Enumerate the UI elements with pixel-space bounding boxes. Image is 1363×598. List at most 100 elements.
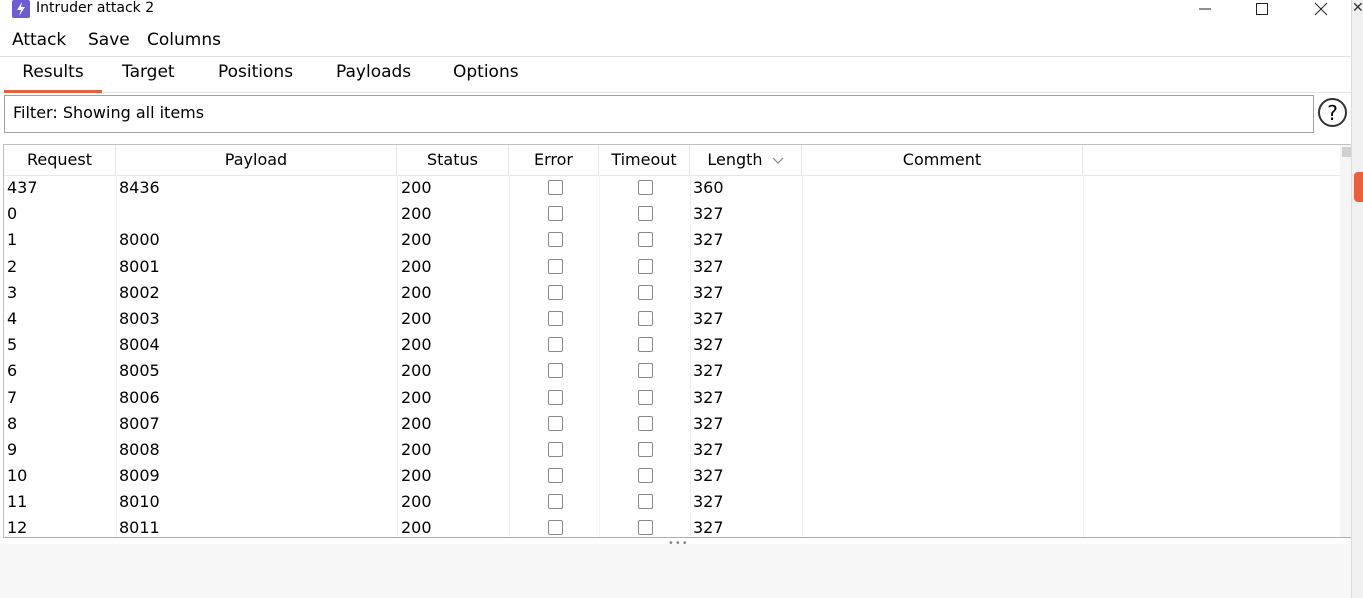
tab-payloads[interactable]: Payloads: [336, 62, 411, 90]
payload-cell: 8003: [119, 308, 160, 328]
payload-cell: 8001: [119, 256, 160, 276]
accent-marker: [1354, 172, 1363, 202]
payload-cell: 8010: [119, 492, 160, 512]
request-cell: 3: [7, 282, 18, 302]
error-checkbox: [548, 363, 563, 379]
timeout-checkbox: [638, 415, 653, 431]
column-header-status[interactable]: Status: [397, 145, 509, 175]
length-cell: 327: [693, 492, 724, 512]
length-cell: 327: [693, 204, 724, 224]
length-cell: 327: [693, 335, 724, 355]
title-bar: Intruder attack 2: [0, 0, 1351, 20]
request-cell: 2: [7, 256, 18, 276]
column-header-error[interactable]: Error: [509, 145, 599, 175]
menu-attack[interactable]: Attack: [12, 30, 66, 50]
timeout-checkbox: [638, 363, 653, 379]
table-row[interactable]: 11 8010 200 327: [4, 489, 1340, 515]
maximize-icon[interactable]: [1247, 0, 1277, 18]
column-header-timeout[interactable]: Timeout: [599, 145, 690, 175]
payload-cell: 8004: [119, 335, 160, 355]
column-header-comment[interactable]: Comment: [802, 145, 1083, 175]
tab-target[interactable]: Target: [122, 62, 175, 90]
close-icon[interactable]: [1306, 0, 1336, 18]
table-row[interactable]: 0 200 327: [4, 201, 1340, 227]
filter-bar[interactable]: Filter: Showing all items: [4, 95, 1314, 133]
request-cell: 4: [7, 308, 18, 328]
status-cell: 200: [401, 387, 432, 407]
payload-cell: 8005: [119, 361, 160, 381]
column-header-payload[interactable]: Payload: [116, 145, 397, 175]
error-checkbox: [548, 284, 563, 300]
status-cell: 200: [401, 335, 432, 355]
request-cell: 1: [7, 230, 18, 250]
table-row[interactable]: 9 8008 200 327: [4, 437, 1340, 463]
table-row[interactable]: 7 8006 200 327: [4, 385, 1340, 411]
payload-cell: 8007: [119, 413, 160, 433]
timeout-checkbox: [638, 441, 653, 457]
scrollbar-thumb[interactable]: [1342, 147, 1351, 157]
request-response-pane: [0, 544, 1351, 598]
payload-cell: 8436: [119, 178, 160, 197]
table-row[interactable]: 2 8001 200 327: [4, 254, 1340, 280]
status-cell: 200: [401, 204, 432, 224]
error-checkbox: [548, 180, 563, 195]
chevron-down-icon: [772, 157, 784, 164]
length-cell: 360: [693, 178, 724, 197]
status-cell: 200: [401, 308, 432, 328]
table-row[interactable]: 437 8436 200 360: [4, 175, 1340, 201]
error-checkbox: [548, 232, 563, 248]
timeout-checkbox: [638, 337, 653, 353]
request-cell: 0: [7, 204, 18, 224]
error-checkbox: [548, 520, 563, 536]
timeout-checkbox: [638, 468, 653, 484]
status-cell: 200: [401, 518, 432, 538]
tab-options[interactable]: Options: [453, 62, 519, 90]
payload-cell: 8002: [119, 282, 160, 302]
table-row[interactable]: 3 8002 200 327: [4, 280, 1340, 306]
menu-bar: Attack Save Columns: [0, 26, 1351, 57]
tab-results[interactable]: Results: [4, 62, 102, 93]
help-icon[interactable]: ?: [1318, 98, 1347, 127]
tab-positions[interactable]: Positions: [218, 62, 293, 90]
status-cell: 200: [401, 282, 432, 302]
timeout-checkbox: [638, 180, 653, 195]
column-header-request[interactable]: Request: [4, 145, 116, 175]
payload-cell: 8011: [119, 518, 160, 538]
intruder-window: Intruder attack 2 Attack Save Columns Re…: [0, 0, 1353, 598]
timeout-checkbox: [638, 494, 653, 510]
length-cell: 327: [693, 439, 724, 459]
error-checkbox: [548, 494, 563, 510]
minimize-icon[interactable]: [1190, 0, 1220, 18]
menu-save[interactable]: Save: [88, 30, 130, 50]
table-row[interactable]: 8 8007 200 327: [4, 411, 1340, 437]
window-title: Intruder attack 2: [36, 0, 155, 16]
table-row[interactable]: 6 8005 200 327: [4, 358, 1340, 384]
results-table: Request Payload Status Error Timeout Len…: [3, 144, 1353, 538]
status-cell: 200: [401, 230, 432, 250]
error-checkbox: [548, 206, 563, 222]
menu-columns[interactable]: Columns: [147, 30, 221, 50]
payload-cell: 8000: [119, 230, 160, 250]
timeout-checkbox: [638, 258, 653, 274]
table-header: Request Payload Status Error Timeout Len…: [4, 145, 1340, 176]
tab-bar: Results Target Positions Payloads Option…: [0, 58, 1351, 93]
column-header-length[interactable]: Length: [690, 145, 802, 175]
status-cell: 200: [401, 361, 432, 381]
table-row[interactable]: 12 8011 200 327: [4, 515, 1340, 538]
column-header-length-label: Length: [707, 150, 763, 169]
table-row[interactable]: 5 8004 200 327: [4, 332, 1340, 358]
table-row[interactable]: 4 8003 200 327: [4, 306, 1340, 332]
timeout-checkbox: [638, 389, 653, 405]
background-window-edge: ✕: [1351, 0, 1363, 598]
request-cell: 9: [7, 439, 18, 459]
status-cell: 200: [401, 492, 432, 512]
payload-cell: 8009: [119, 466, 160, 486]
status-cell: 200: [401, 256, 432, 276]
status-cell: 200: [401, 413, 432, 433]
error-checkbox: [548, 310, 563, 326]
table-row[interactable]: 10 8009 200 327: [4, 463, 1340, 489]
payload-cell: 8008: [119, 439, 160, 459]
table-row[interactable]: 1 8000 200 327: [4, 227, 1340, 253]
length-cell: 327: [693, 256, 724, 276]
timeout-checkbox: [638, 310, 653, 326]
